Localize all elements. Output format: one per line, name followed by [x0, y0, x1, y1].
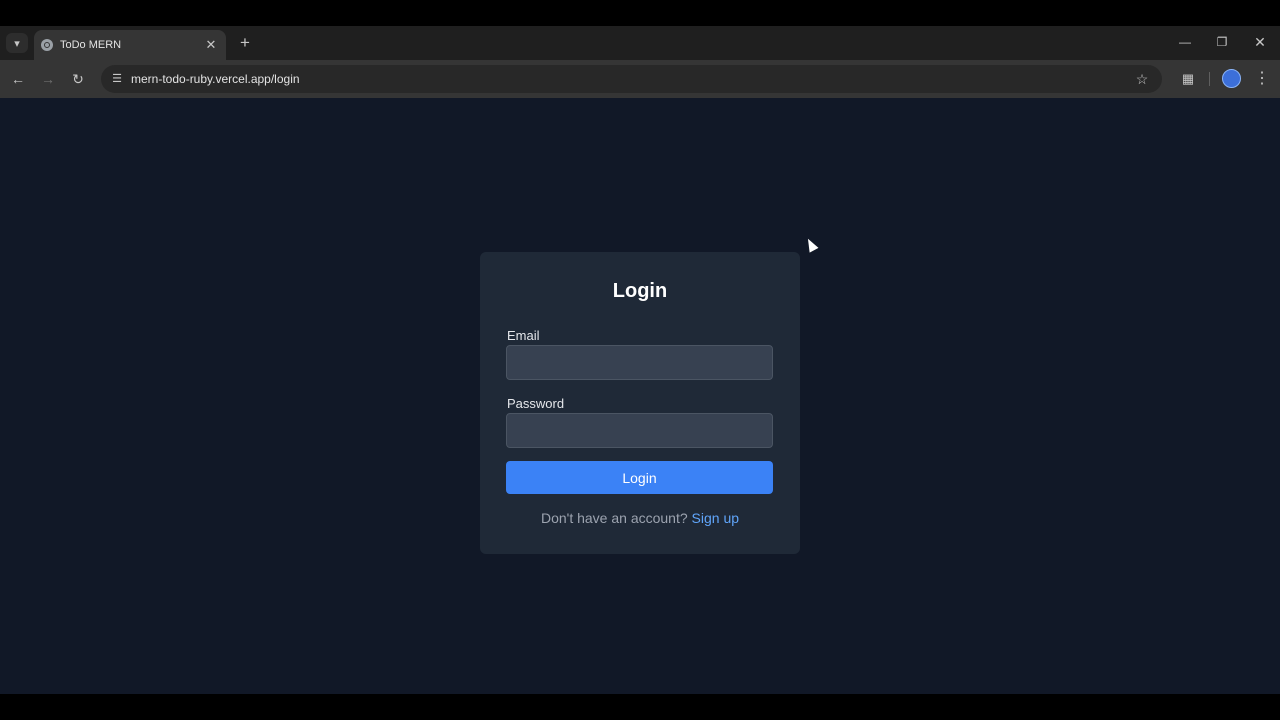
signup-link[interactable]: Sign up: [692, 510, 739, 526]
letterbox-top: [0, 0, 1280, 26]
login-title: Login: [612, 280, 668, 302]
password-input[interactable]: [506, 413, 773, 448]
chevron-down-icon[interactable]: ▾: [6, 33, 28, 53]
arrow-left-icon[interactable]: ←: [8, 69, 28, 89]
page-content: Login Email Password Login Don't have an…: [0, 98, 1280, 694]
minimize-icon[interactable]: —: [1173, 32, 1197, 52]
star-icon[interactable]: ☆: [1132, 69, 1152, 89]
toolbar-divider: [1209, 72, 1210, 86]
signup-prompt: Don't have an account?: [540, 510, 688, 526]
signup-row: Don't have an account? Sign up: [480, 510, 800, 526]
avatar[interactable]: [1222, 69, 1241, 88]
puzzle-icon[interactable]: ▦: [1178, 69, 1198, 89]
url-text[interactable]: mern-todo-ruby.vercel.app/login: [131, 72, 300, 86]
tab-strip: ▾ ToDo MERN ✕ + — ❐ ✕: [0, 26, 1280, 60]
globe-icon: [41, 39, 53, 51]
browser-tab[interactable]: ToDo MERN ✕: [34, 30, 226, 60]
more-vert-icon[interactable]: ⋮: [1252, 69, 1272, 89]
tab-title: ToDo MERN: [60, 39, 122, 51]
email-input[interactable]: [506, 345, 773, 380]
login-card: Login Email Password Login Don't have an…: [480, 252, 800, 554]
tune-icon[interactable]: ☰: [107, 69, 127, 89]
browser-toolbar: ← → ↻ ☰ mern-todo-ruby.vercel.app/login …: [0, 60, 1280, 98]
password-label: Password: [507, 396, 565, 411]
close-window-icon[interactable]: ✕: [1248, 32, 1272, 52]
browser-chrome: ▾ ToDo MERN ✕ + — ❐ ✕ ← → ↻ ☰ mern-todo-…: [0, 26, 1280, 98]
reload-icon[interactable]: ↻: [68, 69, 88, 89]
address-bar[interactable]: ☰ mern-todo-ruby.vercel.app/login ☆: [101, 65, 1162, 93]
arrow-right-icon[interactable]: →: [38, 69, 58, 89]
letterbox-bottom: [0, 694, 1280, 720]
plus-icon[interactable]: +: [236, 33, 254, 53]
email-label: Email: [507, 328, 540, 343]
close-icon[interactable]: ✕: [204, 37, 218, 53]
login-button[interactable]: Login: [506, 461, 773, 494]
restore-icon[interactable]: ❐: [1210, 32, 1234, 52]
